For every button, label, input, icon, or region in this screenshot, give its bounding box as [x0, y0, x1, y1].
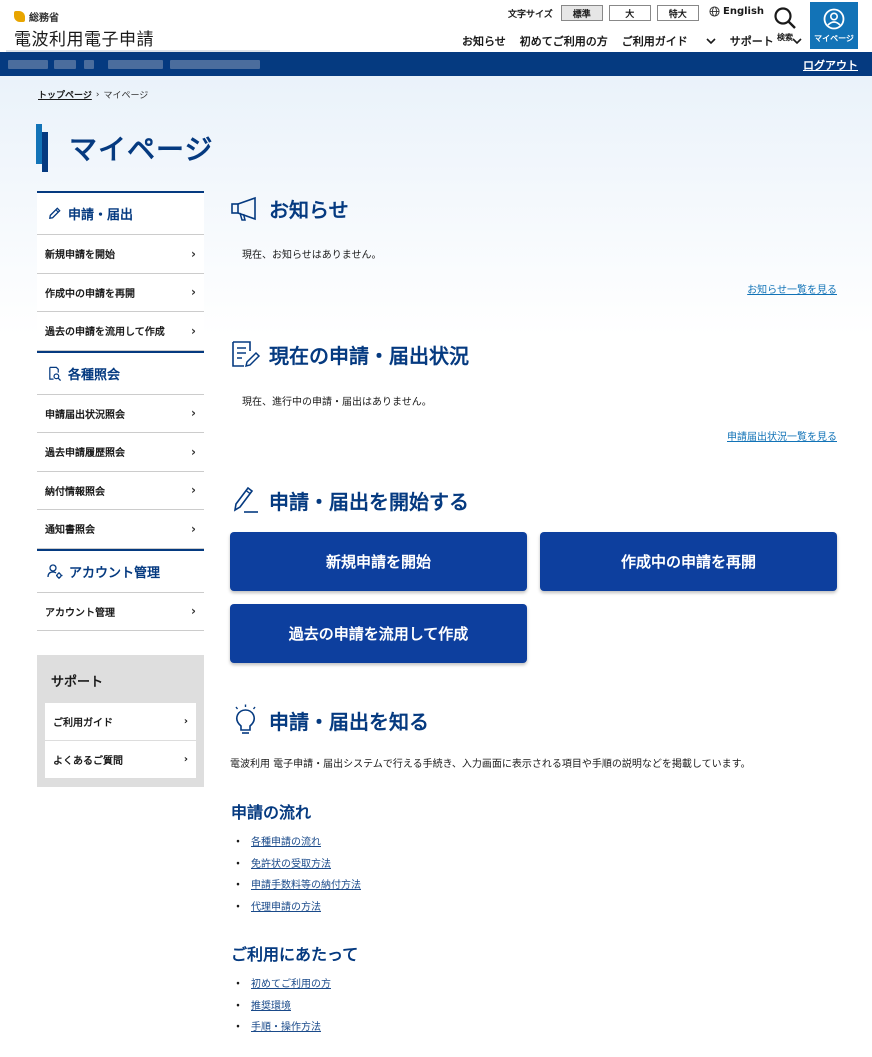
- usage-link-first-time[interactable]: 初めてご利用の方: [251, 975, 331, 990]
- notices-empty-text: 現在、お知らせはありません。: [242, 250, 382, 261]
- learn-heading: 申請・届出を知る: [230, 704, 429, 736]
- list-item: ・手順・操作方法: [233, 1015, 331, 1037]
- nav-guide[interactable]: ご利用ガイド: [622, 33, 716, 49]
- sidebar-group-application: 申請・届出: [37, 191, 204, 235]
- sidebar: 申請・届出 新規申請を開始 › 作成中の申請を再開 › 過去の申請を流用して作成 › …: [37, 191, 204, 631]
- flow-link-proxy-application[interactable]: 代理申請の方法: [251, 898, 321, 913]
- user-bar: ログアウト: [0, 52, 872, 76]
- usage-heading: ご利用にあたって: [231, 945, 359, 964]
- redacted-user-info: [54, 60, 76, 69]
- list-item: ・申請手数料等の納付方法: [233, 873, 361, 895]
- support-item-faq[interactable]: よくあるご質問 ›: [45, 741, 196, 779]
- font-size-xlarge-button[interactable]: 特大: [656, 5, 699, 21]
- lightbulb-icon: [235, 704, 256, 734]
- sidebar-item-account-management[interactable]: アカウント管理 ›: [37, 592, 204, 631]
- list-item: ・各種申請の流れ: [233, 830, 361, 852]
- support-item-guide[interactable]: ご利用ガイド ›: [45, 703, 196, 741]
- document-search-icon: [49, 366, 62, 381]
- chevron-right-icon: ›: [191, 444, 196, 459]
- font-size-standard-button[interactable]: 標準: [560, 5, 603, 21]
- notices-list-link[interactable]: お知らせ一覧を見る: [747, 281, 837, 296]
- status-list-link[interactable]: 申請届出状況一覧を見る: [727, 428, 837, 443]
- list-item: ・推奨環境: [233, 994, 331, 1016]
- globe-icon: [709, 6, 720, 17]
- flow-link-application-flow[interactable]: 各種申請の流れ: [251, 833, 321, 848]
- flow-link-fee-payment[interactable]: 申請手数料等の納付方法: [251, 876, 361, 891]
- list-item: ・初めてご利用の方: [233, 972, 331, 994]
- pencil-icon: [49, 207, 61, 219]
- logout-link[interactable]: ログアウト: [803, 57, 858, 73]
- list-item: ・免許状の受取方法: [233, 852, 361, 874]
- chevron-right-icon: ›: [191, 323, 196, 338]
- usage-link-list: ・初めてご利用の方 ・推奨環境 ・手順・操作方法: [233, 972, 331, 1037]
- sidebar-item-status-inquiry[interactable]: 申請届出状況照会 ›: [37, 394, 204, 433]
- sidebar-item-new-application[interactable]: 新規申請を開始 ›: [37, 235, 204, 274]
- resume-draft-button[interactable]: 作成中の申請を再開: [540, 532, 837, 591]
- flow-link-list: ・各種申請の流れ ・免許状の受取方法 ・申請手数料等の納付方法 ・代理申請の方法: [233, 830, 361, 916]
- ministry-name: 総務省: [29, 12, 59, 24]
- user-circle-icon: [823, 8, 845, 29]
- nav-first-time[interactable]: 初めてご利用の方: [520, 33, 608, 49]
- ministry-logo-icon: [14, 10, 25, 22]
- chevron-right-icon: ›: [191, 521, 196, 536]
- chevron-right-icon: ›: [191, 604, 196, 619]
- list-item: ・代理申請の方法: [233, 895, 361, 917]
- reuse-past-button[interactable]: 過去の申請を流用して作成: [230, 604, 527, 663]
- sidebar-item-payment-inquiry[interactable]: 納付情報照会 ›: [37, 471, 204, 510]
- chevron-right-icon: ›: [191, 246, 196, 261]
- support-box: サポート ご利用ガイド › よくあるご質問 ›: [37, 655, 204, 787]
- start-heading: 申請・届出を開始する: [230, 484, 469, 516]
- redacted-user-info: [8, 60, 48, 69]
- usage-link-environment[interactable]: 推奨環境: [251, 997, 291, 1012]
- redacted-user-info: [84, 60, 94, 69]
- page-title: マイページ: [69, 133, 214, 166]
- chevron-right-icon: ›: [95, 89, 100, 100]
- sidebar-item-history-inquiry[interactable]: 過去申請履歴照会 ›: [37, 433, 204, 472]
- nav-notices[interactable]: お知らせ: [462, 33, 506, 49]
- learn-description: 電波利用 電子申請・届出システムで行える手続き、入力画面に表示される項目や手順の…: [230, 759, 751, 770]
- new-application-button[interactable]: 新規申請を開始: [230, 532, 527, 591]
- user-gear-icon: [47, 564, 63, 579]
- breadcrumb-home[interactable]: トップページ: [38, 88, 92, 101]
- flow-link-license-receipt[interactable]: 免許状の受取方法: [251, 855, 331, 870]
- chevron-right-icon: ›: [191, 406, 196, 421]
- global-nav: お知らせ 初めてご利用の方 ご利用ガイド サポート: [462, 33, 816, 49]
- site-name: 電波利用電子申請: [14, 30, 154, 50]
- pen-icon: [233, 486, 258, 513]
- sidebar-item-notice-inquiry[interactable]: 通知書照会 ›: [37, 510, 204, 549]
- page-title-block: マイページ: [36, 124, 213, 172]
- notices-heading: お知らせ: [230, 194, 349, 223]
- status-heading: 現在の申請・届出状況: [230, 339, 469, 369]
- english-link[interactable]: English: [709, 6, 764, 17]
- breadcrumb-current: マイページ: [103, 91, 149, 101]
- font-size-switcher: 文字サイズ 標準 大 特大: [508, 5, 705, 21]
- chevron-right-icon: ›: [191, 285, 196, 300]
- mypage-button[interactable]: マイページ: [810, 2, 858, 49]
- breadcrumb: トップページ › マイページ: [38, 88, 149, 102]
- document-edit-icon: [232, 341, 261, 368]
- search-icon: [774, 7, 796, 29]
- support-title: サポート: [51, 675, 104, 690]
- chevron-right-icon: ›: [191, 483, 196, 498]
- redacted-user-info: [170, 60, 260, 69]
- sidebar-group-account: アカウント管理: [37, 548, 204, 593]
- sidebar-item-resume-draft[interactable]: 作成中の申請を再開 ›: [37, 273, 204, 312]
- chevron-down-icon: [706, 37, 716, 44]
- flow-heading: 申請の流れ: [231, 803, 312, 822]
- font-size-large-button[interactable]: 大: [608, 5, 651, 21]
- site-header: 総務省 電波利用電子申請 文字サイズ 標準 大 特大 English お知らせ …: [0, 0, 872, 52]
- site-logo[interactable]: 総務省 電波利用電子申請: [14, 9, 154, 50]
- usage-link-operation[interactable]: 手順・操作方法: [251, 1018, 321, 1033]
- redacted-user-info: [108, 60, 163, 69]
- status-empty-text: 現在、進行中の申請・届出はありません。: [242, 397, 432, 408]
- chevron-right-icon: ›: [183, 754, 188, 765]
- chevron-right-icon: ›: [183, 716, 188, 727]
- search-button[interactable]: 検索: [770, 6, 800, 43]
- sidebar-item-reuse-past[interactable]: 過去の申請を流用して作成 ›: [37, 312, 204, 351]
- sidebar-group-inquiry: 各種照会: [37, 350, 204, 395]
- megaphone-icon: [231, 196, 256, 221]
- font-size-label: 文字サイズ: [508, 9, 553, 20]
- title-accent-bar: [36, 124, 48, 172]
